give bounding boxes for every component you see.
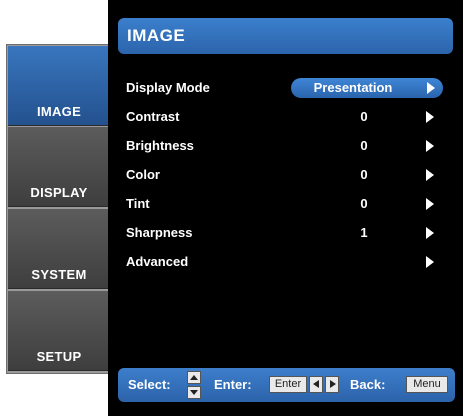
row-value: 0 <box>360 138 368 153</box>
menu-row-advanced[interactable]: Advanced <box>108 250 463 274</box>
menu-row-tint[interactable]: Tint 0 <box>108 192 463 216</box>
row-value: 0 <box>360 167 368 182</box>
left-key-icon <box>309 376 323 393</box>
tab-system-label: SYSTEM <box>31 267 87 282</box>
tab-image-label: IMAGE <box>36 104 82 119</box>
tab-display-label: DISPLAY <box>30 185 88 200</box>
tab-display[interactable]: DISPLAY <box>8 127 110 207</box>
row-label: Color <box>126 167 160 182</box>
select-label: Select: <box>128 377 171 392</box>
menu-row-color[interactable]: Color 0 <box>108 163 463 187</box>
tab-setup-label: SETUP <box>36 349 82 364</box>
menu-row-display-mode[interactable]: Display Mode Presentation <box>108 76 463 100</box>
panel-title-bar: IMAGE <box>118 18 453 54</box>
right-arrow-icon[interactable] <box>426 111 434 123</box>
enter-key: Enter <box>269 376 307 393</box>
right-arrow-icon[interactable] <box>427 82 435 94</box>
right-arrow-icon[interactable] <box>426 140 434 152</box>
row-label: Display Mode <box>126 80 210 95</box>
panel-title: IMAGE <box>127 26 186 45</box>
row-value: 0 <box>360 109 368 124</box>
row-label: Advanced <box>126 254 189 269</box>
right-arrow-icon[interactable] <box>426 198 434 210</box>
menu-row-brightness[interactable]: Brightness 0 <box>108 134 463 158</box>
row-label: Brightness <box>126 138 194 153</box>
right-key-icon <box>325 376 339 393</box>
menu-key: Menu <box>406 376 448 393</box>
right-arrow-icon[interactable] <box>426 169 434 181</box>
key-help-bar: Select: Enter: Enter Back: Menu <box>118 368 455 402</box>
tab-image[interactable]: IMAGE <box>8 46 110 126</box>
menu-row-contrast[interactable]: Contrast 0 <box>108 105 463 129</box>
osd-panel: IMAGE Display Mode Presentation Contrast… <box>108 0 463 416</box>
row-label: Sharpness <box>126 225 193 240</box>
display-mode-selector[interactable]: Presentation <box>291 78 443 98</box>
right-arrow-icon[interactable] <box>426 256 434 268</box>
menu-tab-column: IMAGE DISPLAY SYSTEM SETUP <box>6 44 112 374</box>
menu-row-sharpness[interactable]: Sharpness 1 <box>108 221 463 245</box>
right-arrow-icon[interactable] <box>426 227 434 239</box>
row-label: Contrast <box>126 109 180 124</box>
down-key-icon <box>187 386 201 399</box>
row-value: 1 <box>360 225 368 240</box>
row-value: 0 <box>360 196 368 211</box>
enter-label: Enter: <box>214 377 252 392</box>
tab-setup[interactable]: SETUP <box>8 291 110 371</box>
row-label: Tint <box>126 196 150 211</box>
tab-system[interactable]: SYSTEM <box>8 209 110 289</box>
display-mode-value: Presentation <box>313 80 393 95</box>
back-label: Back: <box>350 377 386 392</box>
up-down-keys-icon <box>187 371 201 399</box>
up-key-icon <box>187 371 201 384</box>
